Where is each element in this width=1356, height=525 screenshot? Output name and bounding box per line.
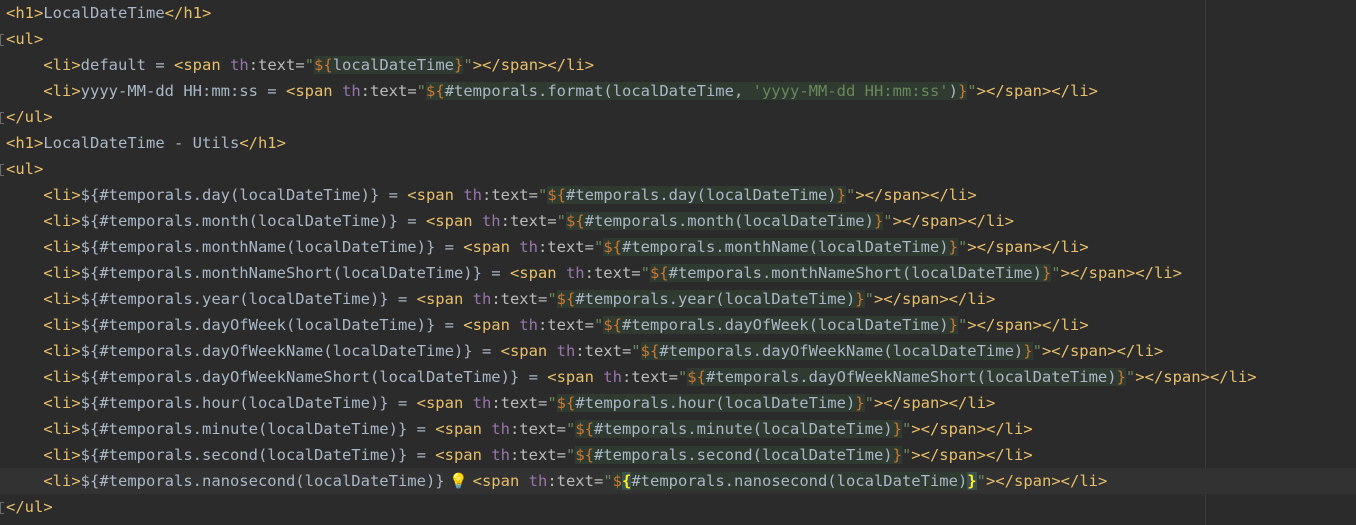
code-line[interactable]: <h1>LocalDateTime</h1> (0, 0, 1356, 26)
code-line[interactable]: <li>${#temporals.month(localDateTime)} =… (0, 208, 1356, 234)
code-editor[interactable]: <h1>LocalDateTime</h1> <ul> <li>default =… (0, 0, 1356, 525)
code-line[interactable]: <li>${#temporals.day(localDateTime)} = <… (0, 182, 1356, 208)
code-line[interactable]: <li>${#temporals.monthNameShort(localDat… (0, 260, 1356, 286)
fold-marker-icon[interactable] (0, 112, 4, 124)
code-line[interactable]: <li>${#temporals.dayOfWeek(localDateTime… (0, 312, 1356, 338)
code-line[interactable]: <li>${#temporals.hour(localDateTime)} = … (0, 390, 1356, 416)
code-line[interactable]: <li>${#temporals.minute(localDateTime)} … (0, 416, 1356, 442)
code-line[interactable]: <li>default = <span th:text="${localDate… (0, 52, 1356, 78)
fold-marker-icon[interactable] (0, 34, 4, 46)
code-line[interactable]: <li>${#temporals.second(localDateTime)} … (0, 442, 1356, 468)
fold-marker-icon[interactable] (0, 164, 4, 176)
code-line[interactable]: <li>${#temporals.dayOfWeekName(localDate… (0, 338, 1356, 364)
code-line[interactable]: <li>${#temporals.year(localDateTime)} = … (0, 286, 1356, 312)
code-line[interactable]: <ul> (0, 26, 1356, 52)
fold-marker-icon[interactable] (0, 502, 4, 514)
code-line[interactable]: <li>${#temporals.nanosecond(localDateTim… (0, 468, 1356, 494)
code-line[interactable]: </ul> (0, 104, 1356, 130)
code-line[interactable]: <h1>LocalDateTime - Utils</h1> (0, 130, 1356, 156)
code-line[interactable]: <li>${#temporals.monthName(localDateTime… (0, 234, 1356, 260)
code-line[interactable]: <li>yyyy-MM-dd HH:mm:ss = <span th:text=… (0, 78, 1356, 104)
lightbulb-icon[interactable]: 💡 (445, 468, 473, 494)
code-line[interactable]: <li>${#temporals.dayOfWeekNameShort(loca… (0, 364, 1356, 390)
code-line[interactable]: </ul> (0, 494, 1356, 520)
code-line[interactable]: <ul> (0, 156, 1356, 182)
